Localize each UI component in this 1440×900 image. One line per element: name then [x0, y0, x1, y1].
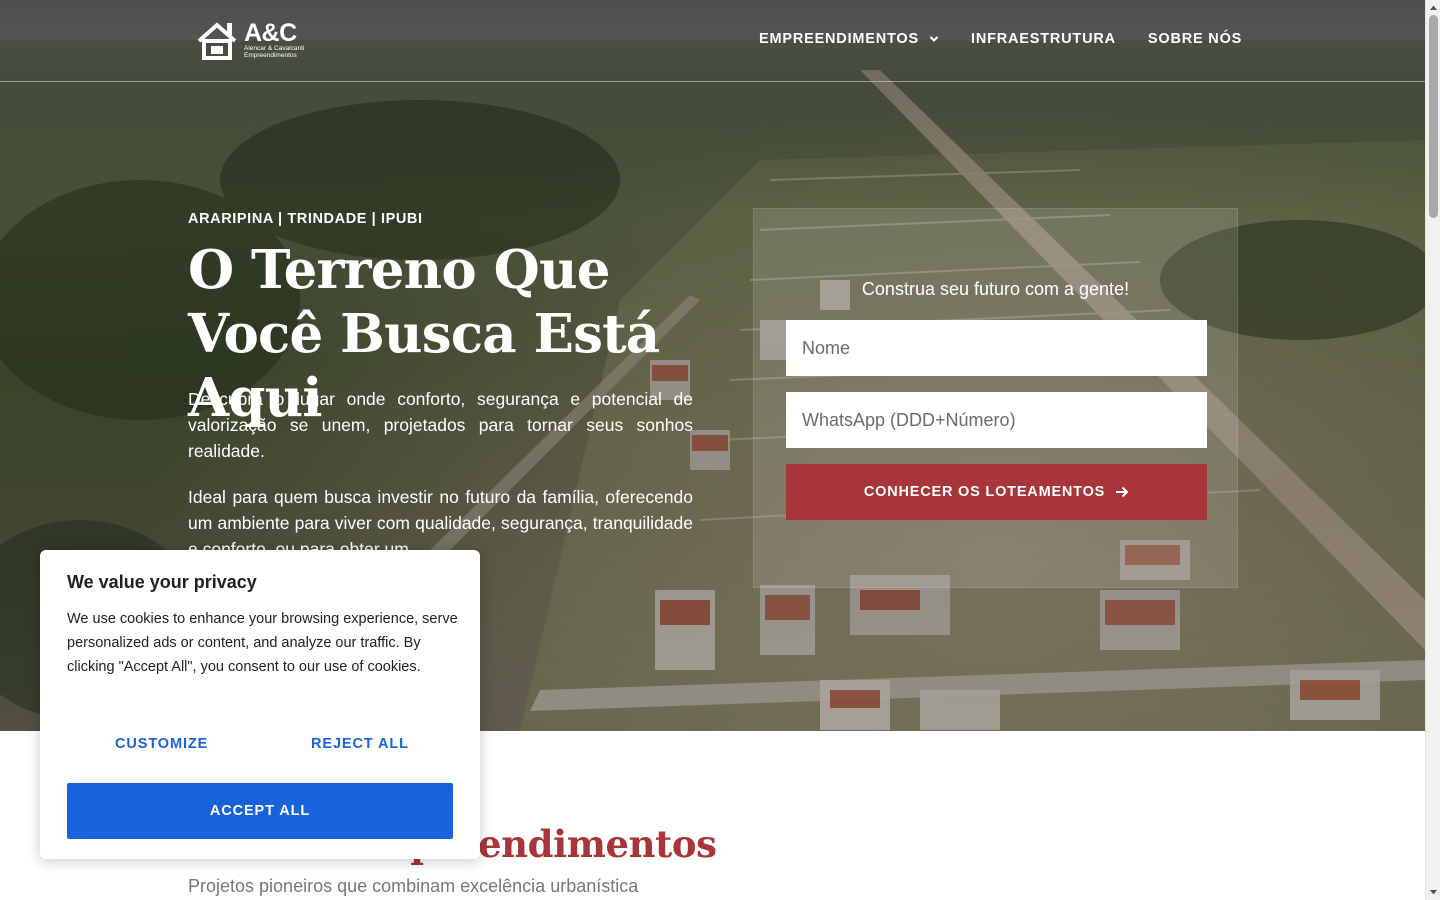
site-header: A&C Alencar & Cavalcanti Empreendimentos…	[0, 0, 1425, 82]
nav-item-label: EMPREENDIMENTOS	[759, 31, 919, 47]
chevron-down-icon	[929, 36, 939, 42]
section-subtitle: Projetos pioneiros que combinam excelênc…	[188, 876, 639, 896]
logo-subtitle-2: Empreendimentos	[244, 52, 297, 59]
logo-wordmark: A&C	[244, 19, 297, 47]
nav-item-label: INFRAESTRUTURA	[970, 31, 1116, 47]
reject-all-button[interactable]: REJECT ALL	[311, 736, 409, 752]
lead-form-card: Construa seu futuro com a gente! CONHECE…	[753, 208, 1238, 588]
logo-text: A&C Alencar & Cavalcanti Empreendimentos	[244, 19, 305, 60]
cookie-title: We value your privacy	[67, 572, 257, 592]
scrollbar-thumb[interactable]	[1429, 15, 1438, 218]
name-input[interactable]	[786, 320, 1207, 376]
hero-paragraph-1: Descubra o lugar onde conforto, seguranç…	[188, 389, 693, 461]
nav-item-sobre-nos[interactable]: SOBRE NÓS	[1148, 31, 1242, 47]
nav-item-empreendimentos[interactable]: EMPREENDIMENTOS	[759, 31, 939, 47]
hero-eyebrow: ARARIPINA | TRINDADE | IPUBI	[188, 211, 423, 227]
cookie-text: We use cookies to enhance your browsing …	[67, 611, 458, 675]
accept-all-button[interactable]: ACCEPT ALL	[67, 783, 453, 839]
nav-item-label: SOBRE NÓS	[1147, 31, 1243, 47]
arrow-right-icon	[1116, 486, 1129, 498]
brand-logo[interactable]: A&C Alencar & Cavalcanti Empreendimentos	[196, 18, 308, 62]
whatsapp-input[interactable]	[786, 392, 1207, 448]
submit-button-label: CONHECER OS LOTEAMENTOS	[863, 484, 1106, 500]
cookie-consent-banner: We value your privacy We use cookies to …	[40, 550, 480, 859]
scroll-down-arrow-icon[interactable]	[1430, 889, 1437, 896]
form-title: Construa seu futuro com a gente!	[861, 279, 1130, 299]
customize-button[interactable]: CUSTOMIZE	[115, 736, 208, 752]
scroll-up-arrow-icon[interactable]	[1430, 4, 1437, 11]
submit-button[interactable]: CONHECER OS LOTEAMENTOS	[786, 464, 1207, 520]
house-logo-icon	[197, 22, 237, 60]
page-scrollbar[interactable]	[1425, 0, 1440, 900]
logo-subtitle-1: Alencar & Cavalcanti	[244, 45, 305, 52]
main-nav: EMPREENDIMENTOS INFRAESTRUTURA SOBRE NÓS	[759, 31, 1242, 47]
nav-item-infraestrutura[interactable]: INFRAESTRUTURA	[971, 31, 1116, 47]
